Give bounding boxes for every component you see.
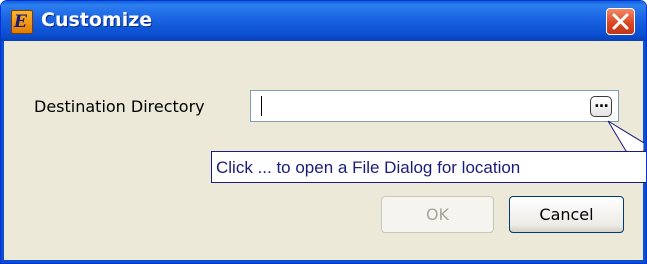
close-button[interactable]	[606, 8, 635, 35]
destination-directory-label: Destination Directory	[34, 97, 205, 116]
window-title: Customize	[41, 9, 153, 31]
destination-directory-input[interactable]	[250, 90, 619, 122]
close-icon	[612, 13, 629, 30]
window-frame-bottom	[1, 260, 646, 263]
tooltip-text: Click ... to open a File Dialog for loca…	[216, 158, 521, 177]
browse-tooltip: Click ... to open a File Dialog for loca…	[211, 151, 646, 183]
app-icon-letter: E	[14, 12, 27, 32]
app-e-icon: E	[11, 10, 33, 34]
text-caret	[261, 96, 262, 116]
window-frame-left	[1, 41, 4, 263]
browse-button[interactable]: …	[590, 95, 612, 117]
cancel-button[interactable]: Cancel	[509, 196, 624, 233]
title-bar[interactable]: E Customize	[1, 1, 646, 41]
customize-dialog: E Customize Destination Directory … Clic…	[0, 0, 647, 264]
tooltip-pointer	[607, 120, 644, 152]
browse-ellipsis-icon: …	[594, 95, 609, 111]
ok-button[interactable]: OK	[381, 196, 494, 233]
